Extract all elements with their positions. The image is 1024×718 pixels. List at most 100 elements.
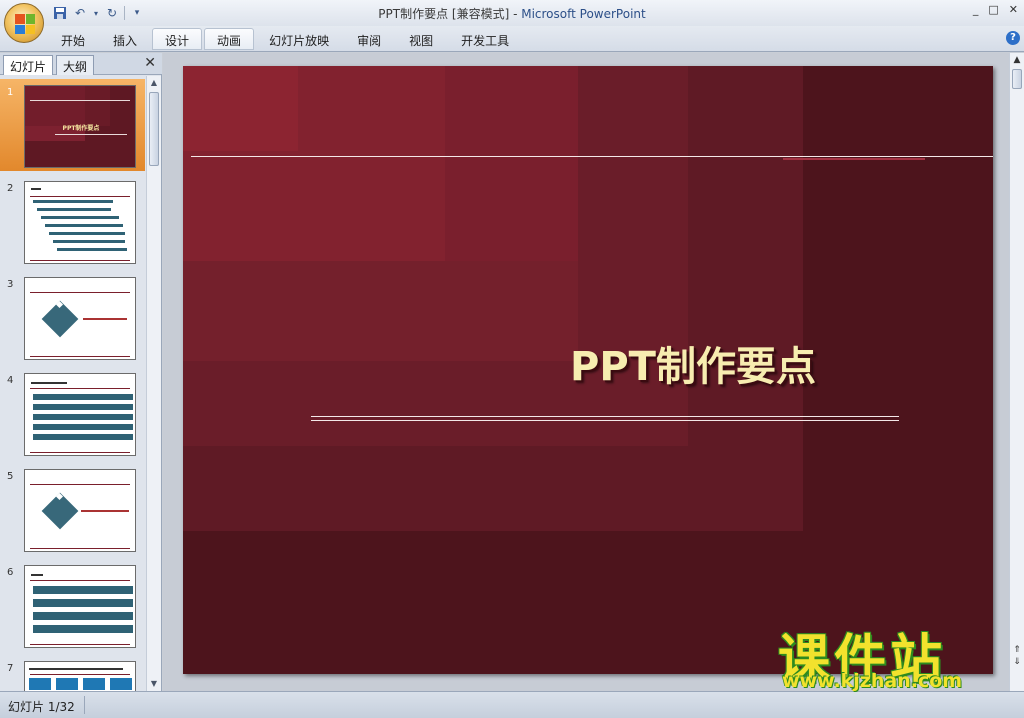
previous-slide-icon[interactable]: ⇑ <box>1010 645 1024 655</box>
pane-tabs: 幻灯片 大纲 ✕ <box>0 53 162 75</box>
slide-number: 4 <box>7 375 14 386</box>
tab-review[interactable]: 审阅 <box>344 28 394 50</box>
slide-top-accent <box>783 158 925 160</box>
slide-underline <box>311 416 899 417</box>
thumbnail-heading <box>31 188 41 190</box>
thumbnail-line <box>30 388 130 389</box>
thumbnail-line <box>30 644 130 645</box>
slide-number: 3 <box>7 279 14 290</box>
thumbnail-box <box>56 678 78 690</box>
slide-thumbnail-7[interactable]: 7 <box>0 655 145 691</box>
slides-pane: 幻灯片 大纲 ✕ 1 PPT制作要点 2 3 4 5 6 7 ▲ ▼ <box>0 53 162 691</box>
scrollbar-thumb[interactable] <box>1012 69 1022 89</box>
window-controls: _ □ ✕ <box>973 3 1018 16</box>
scroll-down-icon[interactable]: ▼ <box>147 677 161 691</box>
slide-thumbnail-image <box>24 565 136 648</box>
scroll-up-icon[interactable]: ▲ <box>1010 55 1024 65</box>
slide-thumbnail-4[interactable]: 4 <box>0 367 145 459</box>
slide-thumbnail-5[interactable]: 5 <box>0 463 145 555</box>
help-icon[interactable]: ? <box>1006 31 1020 45</box>
slide-block <box>445 66 578 261</box>
thumbnail-line <box>30 292 130 293</box>
thumbnail-bar <box>41 216 119 219</box>
thumbnail-bar <box>33 394 133 400</box>
slide-thumbnail-3[interactable]: 3 <box>0 271 145 363</box>
thumbnail-line <box>30 356 130 357</box>
window-title: PPT制作要点 [兼容模式] - Microsoft PowerPoint <box>0 5 1024 22</box>
watermark-url: www.kjzhan.com <box>782 670 963 692</box>
tab-slide-show[interactable]: 幻灯片放映 <box>256 28 342 50</box>
thumbnail-bar <box>49 232 125 235</box>
ribbon: 开始 插入 设计 动画 幻灯片放映 审阅 视图 开发工具 ? <box>0 26 1024 52</box>
slide-top-line <box>191 156 993 157</box>
tab-home[interactable]: 开始 <box>48 28 98 50</box>
slide-number: 2 <box>7 183 14 194</box>
thumbnail-bar <box>33 599 133 607</box>
slide-title[interactable]: PPT制作要点 <box>383 334 993 392</box>
thumbnail-bar <box>33 625 133 633</box>
office-button[interactable] <box>4 3 44 43</box>
tab-developer[interactable]: 开发工具 <box>448 28 522 50</box>
thumbnail-bar <box>53 240 125 243</box>
office-logo-icon <box>15 14 35 34</box>
title-bar: ↶ ▾ ↻ ▾ PPT制作要点 [兼容模式] - Microsoft Power… <box>0 0 1024 43</box>
tab-insert[interactable]: 插入 <box>100 28 150 50</box>
scrollbar-thumb[interactable] <box>149 92 159 166</box>
thumbnail-bar <box>45 224 123 227</box>
thumbnail-bar <box>33 404 133 410</box>
title-separator: - <box>509 7 522 21</box>
scroll-up-icon[interactable]: ▲ <box>147 76 161 90</box>
app-name: Microsoft PowerPoint <box>521 7 646 21</box>
editor-scrollbar[interactable]: ▲ ⇑ ⇓ <box>1009 53 1024 691</box>
slide-thumbnail-6[interactable]: 6 <box>0 559 145 651</box>
slide-thumbnail-1[interactable]: 1 PPT制作要点 <box>0 79 145 171</box>
thumbnail-bar <box>33 434 133 440</box>
slide-editor: PPT制作要点 <box>163 53 1009 691</box>
tab-animations[interactable]: 动画 <box>204 28 255 50</box>
thumbnail-bar <box>33 424 133 430</box>
tab-slides[interactable]: 幻灯片 <box>3 55 54 75</box>
document-title: PPT制作要点 [兼容模式] <box>378 7 510 21</box>
thumbnail-heading <box>31 382 67 384</box>
close-icon[interactable]: ✕ <box>144 55 156 71</box>
watermark: 课件站 www.kjzhan.com <box>772 617 1012 695</box>
thumbnail-line <box>55 134 127 135</box>
thumbnail-bar <box>37 208 111 211</box>
minimize-button[interactable]: _ <box>973 3 979 16</box>
slide-number: 6 <box>7 567 14 578</box>
thumbnail-heading <box>31 574 43 576</box>
thumbnail-scrollbar[interactable]: ▲ ▼ <box>146 76 161 691</box>
thumbnail-line <box>30 260 130 261</box>
thumbnail-heading <box>29 668 123 670</box>
slide-number: 5 <box>7 471 14 482</box>
slide-thumbnail-image <box>24 277 136 360</box>
slide-thumbnail-image <box>24 373 136 456</box>
restore-button[interactable]: □ <box>988 3 998 16</box>
thumbnail-box <box>83 678 105 690</box>
ribbon-tabs: 开始 插入 设计 动画 幻灯片放映 审阅 视图 开发工具 <box>48 28 522 50</box>
tab-design[interactable]: 设计 <box>152 28 203 50</box>
thumbnail-line <box>30 100 130 101</box>
current-slide[interactable]: PPT制作要点 <box>183 66 993 674</box>
slide-number: 7 <box>7 663 14 674</box>
thumbnail-bar <box>57 248 127 251</box>
thumbnail-box <box>29 678 51 690</box>
slide-thumbnail-image: PPT制作要点 <box>24 85 136 168</box>
close-button[interactable]: ✕ <box>1009 3 1018 16</box>
thumbnail-title: PPT制作要点 <box>62 125 100 132</box>
status-divider <box>84 696 85 714</box>
thumbnail-line <box>30 674 130 675</box>
thumbnail-line <box>30 196 130 197</box>
thumbnail-line <box>30 580 130 581</box>
slide-indicator: 幻灯片 1/32 <box>8 700 75 714</box>
slide-thumbnail-2[interactable]: 2 <box>0 175 145 267</box>
slide-thumbnail-image <box>24 661 136 691</box>
slide-underline <box>311 420 899 421</box>
thumbnail-line <box>30 548 130 549</box>
tab-view[interactable]: 视图 <box>396 28 446 50</box>
thumbnail-bar <box>33 586 133 594</box>
slide-thumbnails: 1 PPT制作要点 2 3 4 5 6 7 <box>0 76 145 691</box>
tab-outline[interactable]: 大纲 <box>56 55 95 75</box>
thumbnail-bar <box>33 414 133 420</box>
next-slide-icon[interactable]: ⇓ <box>1010 657 1024 667</box>
